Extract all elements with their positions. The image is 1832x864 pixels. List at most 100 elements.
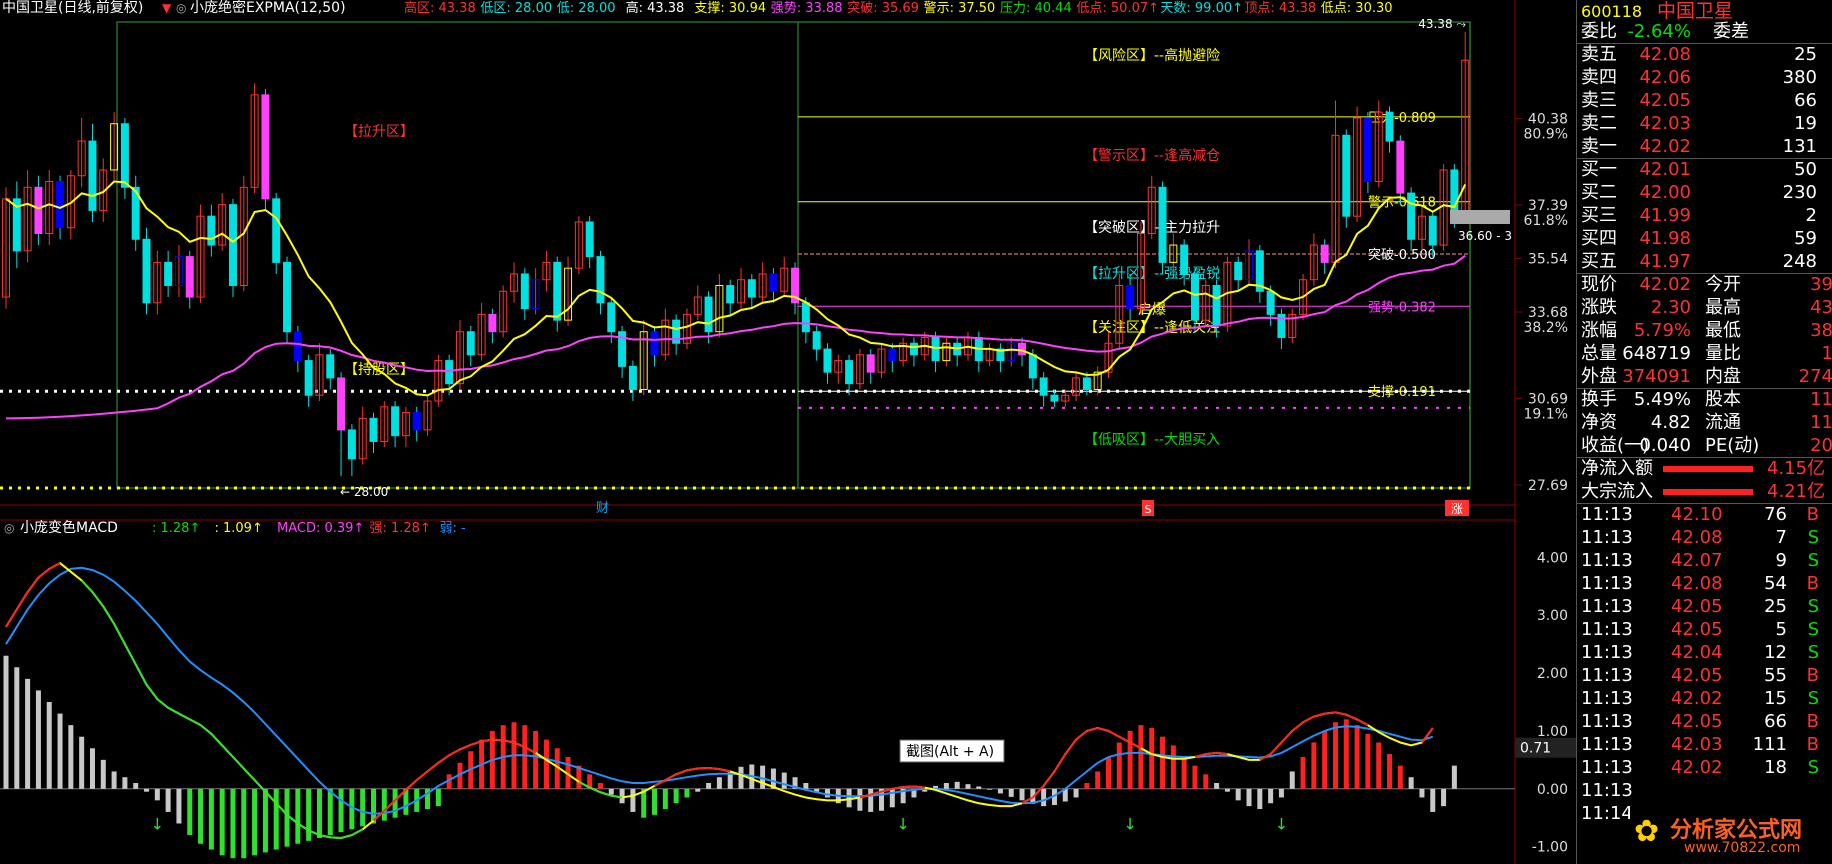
macd-hist-bar — [1376, 742, 1382, 789]
row-value: 42.02 — [1639, 274, 1691, 295]
row-extra: 今开 — [1705, 274, 1741, 295]
macd-hist-bar — [1170, 745, 1176, 789]
row-value: 42.06 — [1639, 67, 1691, 88]
macd-hist-bar — [273, 788, 279, 850]
candle-body — [56, 181, 65, 229]
high-marker: 43.38 ⤳ — [1418, 17, 1466, 31]
macd-hist-bar — [803, 783, 809, 789]
dif-strong-segment — [437, 754, 450, 764]
macd-hist-bar — [1257, 788, 1263, 810]
dif-weak-segment — [340, 834, 353, 839]
macd-hist-bar — [997, 788, 1003, 794]
candle-body — [185, 256, 194, 298]
row-extra: 最低 — [1705, 320, 1741, 341]
macd-tick: 1.00 — [1537, 724, 1568, 740]
quote-row: 卖二 42.03 19 — [1577, 112, 1832, 135]
row-extra2: 11 — [1810, 412, 1832, 433]
trade-row: 11:13 42.03 111 B — [1577, 733, 1832, 756]
row-label: 换手 — [1581, 389, 1617, 410]
price-pct: 19.1% — [1524, 406, 1568, 422]
row-extra2: 43 — [1810, 297, 1832, 318]
trade-volume: 66 — [1764, 711, 1787, 732]
quote-row: 买三 41.99 2 — [1577, 204, 1832, 227]
row-label: 11:13 — [1581, 504, 1633, 525]
macd-hist-bar — [619, 788, 625, 804]
row-extra: 131 — [1782, 136, 1817, 157]
dif-strong-segment — [1086, 727, 1098, 732]
macd-hist-bar — [89, 748, 95, 789]
dif-strong-segment — [1064, 739, 1077, 755]
macd-hist-bar — [1203, 774, 1209, 789]
row-label: 11:13 — [1581, 550, 1633, 571]
candle-body — [120, 123, 129, 188]
quote-row: 卖一 42.02 131 — [1577, 135, 1832, 158]
macd-item: MACD: 0.39↑ — [277, 521, 364, 536]
dif-strong-segment — [459, 743, 472, 751]
zone-label: 【警示区】--逢高减仓 — [1084, 147, 1220, 164]
candle-body — [1126, 284, 1135, 310]
macd-hist-bar — [327, 788, 333, 836]
zhang-marker: 涨 — [1451, 501, 1463, 516]
macd-hist-bar — [241, 788, 247, 859]
macd-hist-bar — [684, 788, 690, 798]
quote-row: 外盘 374091 内盘 274 — [1577, 365, 1832, 388]
dif-strong-segment — [416, 770, 429, 781]
row-extra: 380 — [1782, 67, 1817, 88]
macd-hist-bar — [1192, 765, 1198, 789]
trade-row: 11:13 42.02 15 S — [1577, 687, 1832, 710]
macd-hist-bar — [435, 788, 441, 807]
macd-hist-bar — [144, 788, 150, 792]
dif-strong-segment — [686, 767, 698, 772]
macd-hist-bar — [1224, 788, 1230, 792]
macd-hist-bar — [954, 781, 960, 789]
row-label: 11:13 — [1581, 596, 1633, 617]
screenshot-tooltip: 截图(Alt + A) — [906, 744, 994, 760]
price-tick: 33.68 — [1528, 305, 1568, 321]
flow-bar — [1663, 489, 1753, 495]
macd-hist-bar — [533, 730, 539, 789]
macd-hist-bar — [1084, 783, 1090, 789]
macd-gear-icon: ◎ — [4, 521, 14, 535]
candle-body — [164, 261, 173, 286]
chart-area[interactable]: 中国卫星(日线,前复权) ▼ ◎ 小庞绝密EXPMA(12,50) 高区: 43.38 低… — [0, 0, 1576, 864]
row-label: 11:13 — [1581, 688, 1633, 709]
trade-price: 42.03 — [1671, 734, 1723, 755]
header-stat: 低区: 28.00 — [480, 1, 552, 16]
macd-hist-bar — [716, 777, 722, 789]
trade-side: S — [1807, 757, 1819, 778]
macd-hist-bar — [1235, 788, 1241, 801]
trade-side: S — [1807, 527, 1819, 548]
dif-strong-segment — [1345, 713, 1358, 721]
macd-title: 小庞变色MACD — [20, 519, 118, 536]
macd-hist-bar — [868, 788, 874, 812]
macd-hist-bar — [360, 788, 366, 827]
dif-strong-segment — [1205, 751, 1217, 756]
fib-label: 压力-0.809 — [1368, 111, 1436, 126]
macd-hist-bar — [543, 739, 549, 789]
candle-body — [34, 186, 43, 235]
zone-box-outer — [116, 21, 1471, 489]
macd-tick: -1.00 — [1532, 840, 1568, 856]
row-value: 42.01 — [1639, 159, 1691, 180]
row-extra2: 1 — [1821, 343, 1832, 364]
dif-strong-segment — [448, 748, 461, 757]
dif-weak-segment — [167, 706, 180, 715]
row-value: 42.02 — [1639, 136, 1691, 157]
macd-hist-bar — [1354, 725, 1360, 789]
row-value: 648719 — [1622, 343, 1691, 364]
candle-body — [1180, 244, 1189, 275]
macd-hist-bar — [262, 788, 268, 853]
row-extra: PE(动) — [1705, 435, 1760, 456]
candle-body — [520, 273, 529, 310]
macd-hist-bar — [3, 655, 9, 789]
candle-body — [1385, 111, 1394, 142]
row-label: 大宗流入 — [1581, 481, 1653, 502]
header-stat: 突破: 35.69 — [847, 0, 919, 16]
candle-body — [412, 412, 421, 431]
quote-row: 总量 648719 量比 1 — [1577, 342, 1832, 365]
macd-hist-bar — [252, 788, 258, 856]
dif-weak-segment — [80, 579, 94, 593]
candle-body — [142, 238, 151, 304]
macd-hist-bar — [154, 788, 160, 801]
row-label: 涨跌 — [1581, 297, 1617, 318]
